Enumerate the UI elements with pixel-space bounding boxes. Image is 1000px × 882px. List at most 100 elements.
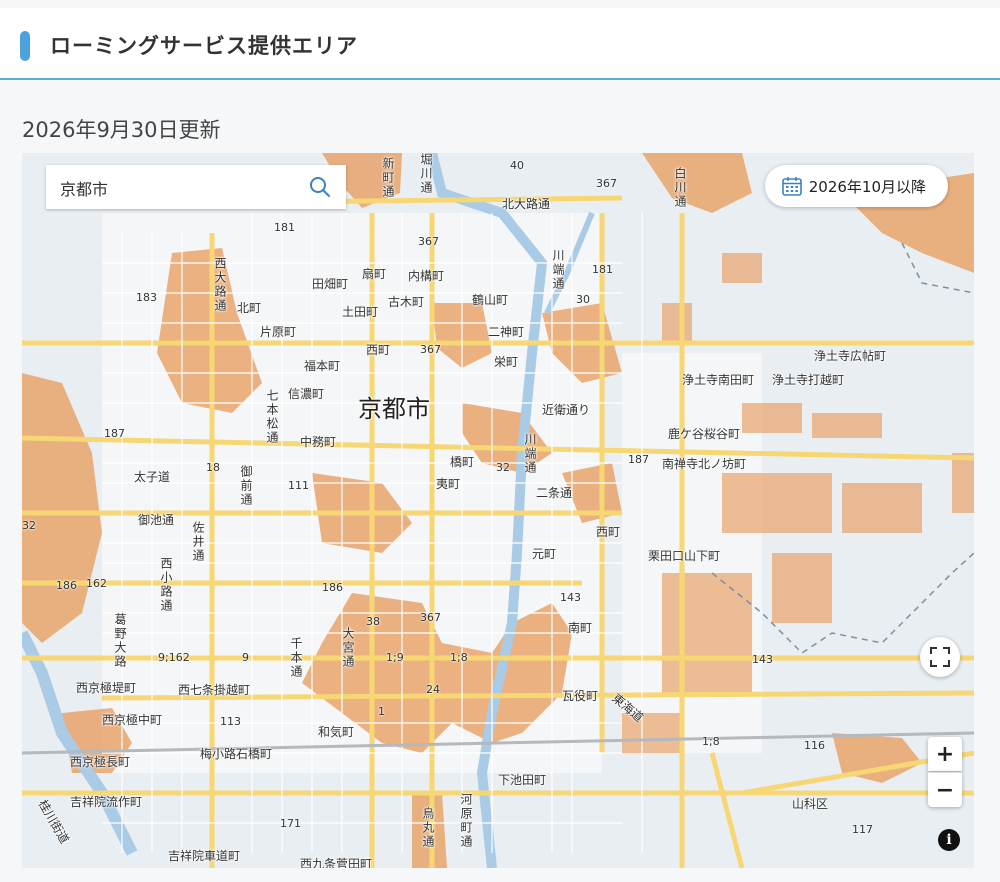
route-number: 30 — [576, 293, 590, 306]
place-label: 梅小路石橋町 — [200, 747, 273, 761]
place-label: 鹿ケ谷桜谷町 — [668, 427, 741, 441]
place-label: 西京極長町 — [70, 755, 131, 769]
roaming-area-card: ローミングサービス提供エリア 2026年9月30日更新 京都市 田畑町 扇町 内… — [0, 0, 1000, 882]
place-label: 南町 — [568, 621, 593, 635]
route-number: 18 — [206, 461, 220, 474]
route-number: 181 — [592, 263, 613, 276]
place-label: 和気町 — [318, 725, 355, 739]
street-label: 川端通 — [523, 433, 537, 475]
place-label: 北町 — [237, 301, 262, 315]
date-select-button[interactable]: 2026年10月以降 — [764, 165, 948, 207]
zoom-out-button[interactable]: − — [928, 772, 962, 807]
place-label: 西京極中町 — [102, 713, 163, 727]
info-icon[interactable]: i — [938, 829, 960, 851]
route-number: 367 — [420, 343, 441, 356]
route-number: 367 — [418, 235, 439, 248]
route-number: 162 — [86, 577, 107, 590]
route-number: 186 — [56, 579, 77, 592]
route-number: 111 — [288, 479, 309, 492]
route-number: 1;9 — [386, 651, 404, 664]
fullscreen-button[interactable] — [920, 637, 960, 677]
date-select-label: 2026年10月以降 — [808, 177, 926, 196]
section-header: ローミングサービス提供エリア — [0, 8, 1000, 80]
place-label: 中務町 — [300, 435, 337, 449]
route-number: 113 — [220, 715, 241, 728]
route-number: 1;8 — [702, 735, 720, 748]
street-label: 烏丸通 — [421, 807, 435, 849]
route-number: 9;162 — [158, 651, 190, 664]
place-label: 瓦役町 — [562, 689, 599, 703]
route-number: 40 — [510, 159, 524, 172]
place-label: 元町 — [532, 547, 557, 561]
fullscreen-icon — [930, 647, 950, 667]
street-label: 御前通 — [239, 465, 253, 507]
updated-date: 2026年9月30日更新 — [22, 118, 221, 142]
place-label: 南禅寺北ノ坊町 — [662, 457, 747, 471]
place-label: 扇町 — [362, 267, 387, 281]
calendar-icon — [781, 177, 802, 196]
place-label: 土田町 — [342, 305, 379, 319]
place-label: 信濃町 — [288, 387, 325, 401]
street-label: 白川通 — [673, 167, 687, 209]
city-label: 京都市 — [358, 395, 430, 423]
street-label: 千本通 — [289, 637, 303, 679]
street-label: 大宮通 — [341, 627, 355, 669]
coverage-map[interactable]: 京都市 田畑町 扇町 内構町 鶴山町 北町 土田町 古木町 二神町 片原町 西町… — [22, 153, 974, 868]
route-number: 117 — [852, 823, 873, 836]
street-label: 西大路通 — [213, 257, 227, 313]
street-label: 川端通 — [551, 249, 565, 291]
place-label: 古木町 — [388, 295, 425, 309]
place-label: 内構町 — [408, 269, 445, 283]
route-number: 367 — [420, 611, 441, 624]
place-label: 浄土寺打越町 — [772, 373, 845, 387]
place-label: 下池田町 — [498, 773, 547, 787]
route-number: 32 — [22, 519, 36, 532]
route-number: 186 — [322, 581, 343, 594]
street-label: 新町通 — [381, 157, 395, 199]
route-number: 143 — [752, 653, 773, 666]
route-number: 143 — [560, 591, 581, 604]
street-label: 堀川通 — [419, 153, 433, 195]
map-search-box — [46, 165, 346, 211]
place-label: 二条通 — [536, 486, 573, 500]
route-number: 9 — [242, 651, 249, 664]
route-number: 24 — [426, 683, 440, 696]
route-number: 187 — [628, 453, 649, 466]
place-label: 太子道 — [134, 470, 171, 484]
place-label: 二神町 — [488, 325, 525, 339]
place-label: 御池通 — [138, 513, 175, 527]
place-label: 福本町 — [304, 359, 341, 373]
street-label: 七本松通 — [265, 389, 279, 445]
route-number: 187 — [104, 427, 125, 440]
place-label: 浄土寺南田町 — [682, 373, 755, 387]
street-label: 葛野大路 — [113, 613, 127, 669]
place-label: 片原町 — [260, 325, 297, 339]
search-input[interactable] — [58, 165, 302, 211]
route-number: 171 — [280, 817, 301, 830]
street-label: 河原町通 — [459, 793, 473, 849]
street-label: 北大路通 — [502, 197, 551, 211]
place-label: 吉祥院流作町 — [70, 795, 143, 809]
place-label: 西七条掛越町 — [178, 683, 251, 697]
route-number: 183 — [136, 291, 157, 304]
place-label: 栗田口山下町 — [648, 549, 721, 563]
place-label: 田畑町 — [312, 277, 349, 291]
place-label: 西九条菅田町 — [300, 857, 373, 868]
route-number: 1;8 — [450, 651, 468, 664]
place-label: 夷町 — [436, 477, 461, 491]
place-label: 吉祥院車道町 — [168, 849, 241, 863]
route-number: 116 — [804, 739, 825, 752]
place-label: 浄土寺広帖町 — [814, 349, 887, 363]
place-label: 橋町 — [450, 455, 475, 469]
route-number: 367 — [596, 177, 617, 190]
place-label: 山科区 — [792, 797, 829, 811]
place-label: 栄町 — [494, 355, 519, 369]
street-label: 西小路通 — [159, 557, 173, 613]
route-number: 38 — [366, 615, 380, 628]
search-icon[interactable] — [308, 175, 332, 199]
zoom-in-button[interactable]: + — [928, 737, 962, 771]
section-title: ローミングサービス提供エリア — [50, 34, 358, 58]
street-label: 佐井通 — [191, 521, 205, 563]
route-number: 32 — [496, 461, 510, 474]
route-number: 181 — [274, 221, 295, 234]
